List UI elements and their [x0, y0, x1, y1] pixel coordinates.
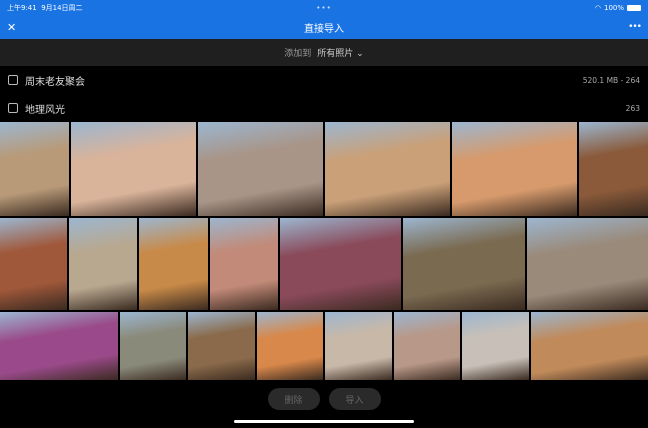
group-name: 地理风光 — [25, 104, 65, 116]
photo-thumbnail[interactable] — [579, 122, 648, 216]
photo-thumbnail[interactable] — [71, 122, 196, 216]
group-meta: 520.1 MB - 264 — [582, 75, 640, 85]
photo-thumbnail[interactable] — [325, 312, 392, 380]
photo-thumbnail[interactable] — [462, 312, 529, 380]
photo-thumbnail[interactable] — [210, 218, 278, 310]
import-button[interactable]: 导入 — [328, 388, 381, 410]
group-checkbox[interactable] — [8, 75, 18, 85]
multitask-dots-icon[interactable]: ••• — [316, 4, 331, 12]
battery-icon — [627, 4, 641, 11]
photo-thumbnail[interactable] — [325, 122, 450, 216]
close-icon[interactable]: ✕ — [7, 21, 16, 34]
photo-thumbnail[interactable] — [527, 218, 648, 310]
photo-thumbnail[interactable] — [0, 312, 118, 380]
photo-thumbnail[interactable] — [0, 122, 69, 216]
album-selector[interactable]: 所有照片 ⌄ — [317, 46, 363, 59]
album-name: 所有照片 — [317, 49, 354, 59]
chevron-down-icon: ⌄ — [356, 49, 364, 59]
battery-level: 100% — [603, 3, 624, 12]
photo-thumbnail[interactable] — [452, 122, 577, 216]
date: 9月14日周二 — [41, 3, 83, 12]
photo-thumbnail[interactable] — [139, 218, 208, 310]
photo-thumbnail[interactable] — [198, 122, 323, 216]
home-indicator[interactable] — [234, 420, 414, 423]
add-to-label: 添加到 — [284, 49, 312, 59]
photo-thumbnail[interactable] — [280, 218, 401, 310]
photo-thumbnail[interactable] — [257, 312, 323, 380]
photo-thumbnail[interactable] — [188, 312, 255, 380]
nav-bar: ✕ 直接导入 ••• — [0, 15, 648, 39]
time: 上午9:41 — [7, 3, 37, 12]
group-row[interactable]: 周末老友聚会 520.1 MB - 264 — [0, 66, 648, 94]
wifi-icon: ◠ — [594, 3, 601, 12]
photo-thumbnail[interactable] — [394, 312, 460, 380]
group-row[interactable]: 地理风光 263 — [0, 94, 648, 122]
action-bar: 删除 导入 — [0, 388, 648, 410]
photo-thumbnail[interactable] — [69, 218, 137, 310]
photo-row — [0, 312, 648, 380]
photo-thumbnail[interactable] — [531, 312, 648, 380]
delete-button[interactable]: 删除 — [267, 388, 320, 410]
photo-row — [0, 218, 648, 310]
photo-row — [0, 122, 648, 216]
photo-thumbnail[interactable] — [120, 312, 186, 380]
photo-grid — [0, 122, 648, 380]
status-bar: 上午9:41 9月14日周二 ••• ◠ 100% — [0, 0, 648, 15]
photo-thumbnail[interactable] — [0, 218, 67, 310]
page-title: 直接导入 — [304, 23, 344, 35]
add-to-bar: 添加到 所有照片 ⌄ — [0, 39, 648, 66]
photo-thumbnail[interactable] — [403, 218, 525, 310]
group-checkbox[interactable] — [8, 103, 18, 113]
group-name: 周末老友聚会 — [25, 76, 85, 88]
group-meta: 263 — [625, 103, 640, 113]
more-icon[interactable]: ••• — [628, 22, 642, 32]
